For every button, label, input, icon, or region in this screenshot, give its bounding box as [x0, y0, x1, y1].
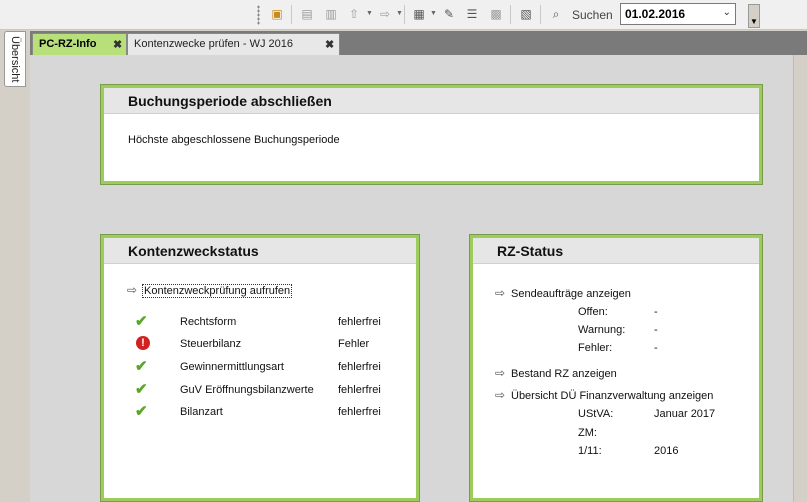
- print-preview-icon[interactable]: ▤: [298, 5, 316, 23]
- offen-value: -: [654, 306, 658, 318]
- check-icon: ✔: [135, 358, 148, 375]
- row-name: Steuerbilanz: [180, 338, 242, 350]
- toolbar-separator: [404, 5, 405, 24]
- close-icon[interactable]: ✖: [325, 38, 334, 51]
- chevron-down-icon[interactable]: ▼: [396, 10, 403, 17]
- export-icon[interactable]: ▦: [410, 5, 428, 23]
- zm-label: ZM:: [578, 427, 597, 439]
- tab-pc-rz-info[interactable]: PC-RZ-Info ✖: [32, 33, 127, 55]
- row-status: Fehler: [338, 338, 370, 350]
- error-icon: !: [136, 336, 150, 350]
- buchungsperiode-text: Höchste abgeschlossene Buchungsperiode: [128, 134, 340, 146]
- right-scroll-edge[interactable]: [793, 55, 807, 502]
- stamp-icon[interactable]: ▩: [487, 5, 505, 23]
- bestand-rz-link[interactable]: Bestand RZ anzeigen: [511, 368, 617, 380]
- chevron-down-icon: ▼: [750, 17, 758, 26]
- print-icon[interactable]: ▥: [322, 5, 340, 23]
- one-eleven-label: 1/11:: [578, 445, 602, 457]
- fehler-label: Fehler:: [578, 342, 613, 354]
- side-tab-label: Übersicht: [9, 36, 21, 83]
- check-icon: ✔: [135, 381, 148, 398]
- chevron-down-icon[interactable]: ▼: [366, 10, 373, 17]
- toolbar-separator: [510, 5, 511, 24]
- forward-arrow-icon[interactable]: ⇨: [376, 5, 394, 23]
- chevron-down-icon[interactable]: ▼: [430, 10, 437, 17]
- row-status: fehlerfrei: [338, 361, 381, 373]
- check-icon: ✔: [135, 403, 148, 420]
- tab-label: Kontenzwecke prüfen - WJ 2016: [134, 38, 293, 50]
- row-status: fehlerfrei: [338, 384, 381, 396]
- ustva-value: Januar 2017: [654, 408, 716, 420]
- arrow-right-icon: ⇨: [127, 283, 138, 297]
- offen-label: Offen:: [578, 306, 608, 318]
- toolbar-separator: [291, 5, 292, 24]
- arrow-right-icon: ⇨: [495, 286, 506, 300]
- wrench-icon[interactable]: ✎: [440, 5, 458, 23]
- arrow-right-icon: ⇨: [495, 388, 506, 402]
- toolbar: ▣ ▤ ▥ ⇧ ▼ ⇨ ▼ ▦ ▼ ✎ ☰ ▩ ▧ ⌕ Suchen 01.02…: [0, 0, 807, 30]
- ustva-label: UStVA:: [578, 408, 614, 420]
- warnung-value: -: [654, 324, 658, 336]
- content-area: Buchungsperiode abschließen Höchste abge…: [30, 55, 807, 502]
- sendeauftraege-link[interactable]: Sendeaufträge anzeigen: [511, 288, 631, 300]
- chevron-down-icon[interactable]: ⌄: [723, 7, 731, 18]
- tab-kontenzwecke-pruefen[interactable]: Kontenzwecke prüfen - WJ 2016 ✖: [127, 33, 340, 55]
- close-icon[interactable]: ✖: [113, 38, 122, 51]
- pdf-icon[interactable]: ▧: [517, 5, 535, 23]
- toolbar-grip[interactable]: [257, 5, 260, 25]
- row-status: fehlerfrei: [338, 406, 381, 418]
- row-name: GuV Eröffnungsbilanzwerte: [180, 384, 314, 396]
- folder-icon[interactable]: ▣: [268, 5, 286, 23]
- date-value: 01.02.2016: [625, 7, 686, 21]
- toolbar-overflow-button[interactable]: ▼: [748, 4, 760, 28]
- search-label: Suchen: [572, 8, 613, 22]
- fehler-value: -: [654, 342, 658, 354]
- panel-title: RZ-Status: [473, 238, 759, 264]
- tab-label: PC-RZ-Info: [39, 38, 97, 50]
- upload-arrow-icon[interactable]: ⇧: [345, 5, 363, 23]
- list-indent-icon[interactable]: ☰: [463, 5, 481, 23]
- row-name: Gewinnermittlungsart: [180, 361, 284, 373]
- row-status: fehlerfrei: [338, 316, 381, 328]
- search-icon[interactable]: ⌕: [547, 5, 565, 23]
- tab-uebersicht[interactable]: Übersicht: [4, 31, 26, 87]
- row-name: Rechtsform: [180, 316, 237, 328]
- arrow-right-icon: ⇨: [495, 366, 506, 380]
- panel-rz-status: RZ-Status ⇨ Sendeaufträge anzeigen Offen…: [469, 234, 763, 502]
- row-name: Bilanzart: [180, 406, 223, 418]
- check-icon: ✔: [135, 313, 148, 330]
- warnung-label: Warnung:: [578, 324, 626, 336]
- kontenzweckpruefung-link[interactable]: Kontenzweckprüfung aufrufen: [142, 284, 293, 298]
- panel-title: Kontenzweckstatus: [104, 238, 416, 264]
- date-select[interactable]: 01.02.2016 ⌄: [620, 3, 736, 25]
- one-eleven-value: 2016: [654, 445, 679, 457]
- panel-kontenzweckstatus: Kontenzweckstatus ⇨ Kontenzweckprüfung a…: [100, 234, 420, 502]
- document-tabbar: PC-RZ-Info ✖ Kontenzwecke prüfen - WJ 20…: [30, 31, 807, 55]
- panel-buchungsperiode: Buchungsperiode abschließen Höchste abge…: [100, 84, 763, 185]
- panel-title: Buchungsperiode abschließen: [104, 88, 759, 114]
- toolbar-separator: [540, 5, 541, 24]
- uebersicht-due-link[interactable]: Übersicht DÜ Finanzverwaltung anzeigen: [511, 390, 713, 402]
